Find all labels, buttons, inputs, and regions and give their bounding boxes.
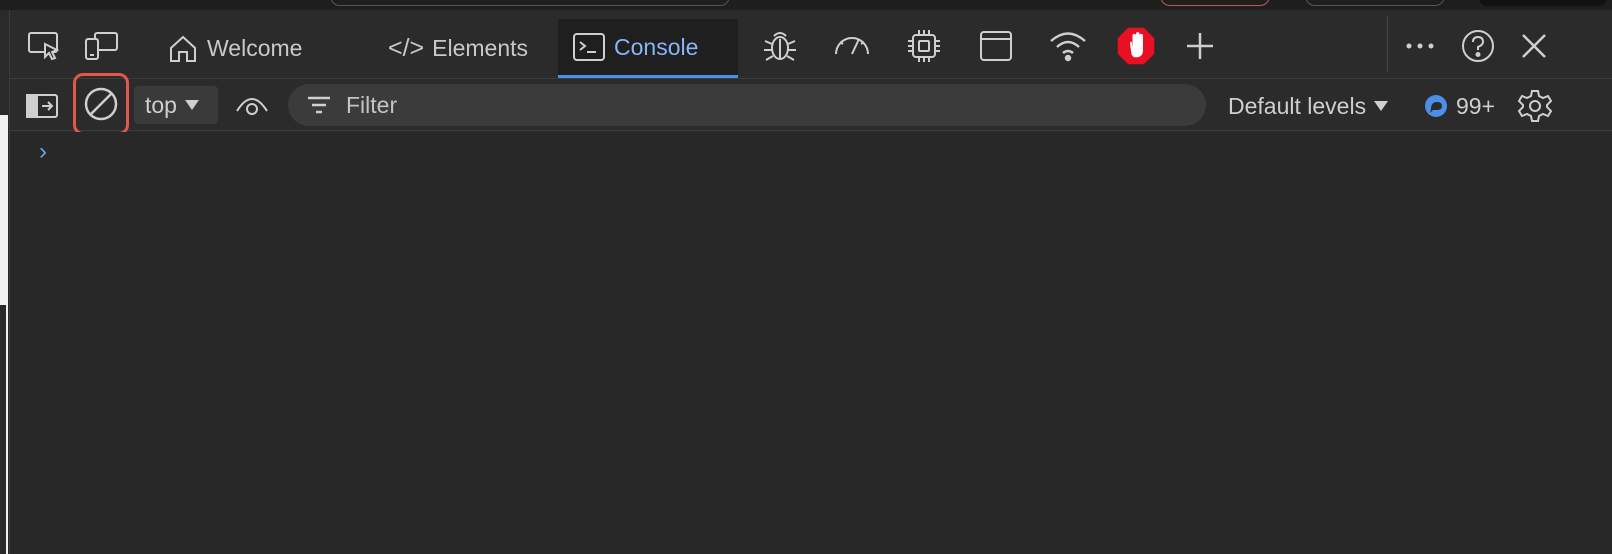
- devtools-tab-bar: Welcome </> Elements Console: [10, 10, 1612, 79]
- page-element: [330, 0, 730, 6]
- log-levels-label: Default levels: [1228, 92, 1367, 119]
- issues-count: 99+: [1456, 92, 1496, 119]
- tab-label: Welcome: [207, 35, 303, 61]
- toolbar-divider: [1387, 16, 1388, 72]
- show-sidebar-icon[interactable]: [24, 88, 60, 124]
- filter-icon: [308, 96, 330, 114]
- page-content-strip: [0, 0, 1612, 10]
- inspect-element-icon[interactable]: [25, 26, 65, 66]
- log-levels-dropdown[interactable]: Default levels: [1228, 88, 1389, 124]
- page-edge-line: [6, 305, 8, 554]
- device-emulation-icon[interactable]: [81, 26, 121, 66]
- memory-chip-icon[interactable]: [904, 26, 944, 66]
- tab-console[interactable]: Console: [558, 19, 738, 78]
- code-icon: </>: [388, 34, 425, 62]
- page-element: [1478, 0, 1608, 6]
- context-value: top: [145, 91, 177, 118]
- application-window-icon[interactable]: [976, 26, 1016, 66]
- clear-console-icon: [84, 87, 118, 121]
- message-bubble-icon: [1425, 95, 1447, 117]
- console-prompt[interactable]: ›: [39, 138, 47, 166]
- live-expression-eye-icon[interactable]: [232, 87, 272, 123]
- page-element: [1160, 0, 1270, 6]
- tab-label: Console: [614, 33, 699, 60]
- performance-gauge-icon[interactable]: [832, 26, 872, 66]
- caret-down-icon: [184, 100, 199, 110]
- home-icon: [170, 35, 196, 62]
- network-wifi-icon[interactable]: [1048, 26, 1088, 66]
- page-edge: [0, 10, 10, 554]
- caret-down-icon: [1374, 101, 1389, 111]
- close-devtools-icon[interactable]: [1514, 26, 1554, 66]
- console-output[interactable]: ›: [11, 132, 1612, 554]
- console-settings-gear-icon[interactable]: [1515, 86, 1555, 126]
- more-options-icon[interactable]: [1400, 26, 1440, 66]
- clear-console-button[interactable]: [73, 73, 129, 135]
- filter-bar: [288, 84, 1206, 126]
- console-toolbar: top Default levels 99+: [10, 73, 1612, 135]
- help-icon[interactable]: [1458, 26, 1498, 66]
- page-element: [1305, 0, 1445, 6]
- tab-elements[interactable]: </> Elements: [374, 19, 542, 78]
- tab-label: Elements: [432, 35, 529, 61]
- filter-input[interactable]: [346, 91, 1166, 119]
- tab-welcome[interactable]: Welcome: [153, 19, 316, 78]
- issues-counter[interactable]: 99+: [1424, 88, 1495, 124]
- context-selector[interactable]: top: [134, 86, 218, 124]
- page-edge-white: [0, 115, 8, 305]
- stop-hand-icon[interactable]: [1116, 26, 1156, 66]
- sources-bug-icon[interactable]: [760, 26, 800, 66]
- console-icon: [573, 33, 605, 61]
- add-tool-plus-icon[interactable]: [1180, 26, 1220, 66]
